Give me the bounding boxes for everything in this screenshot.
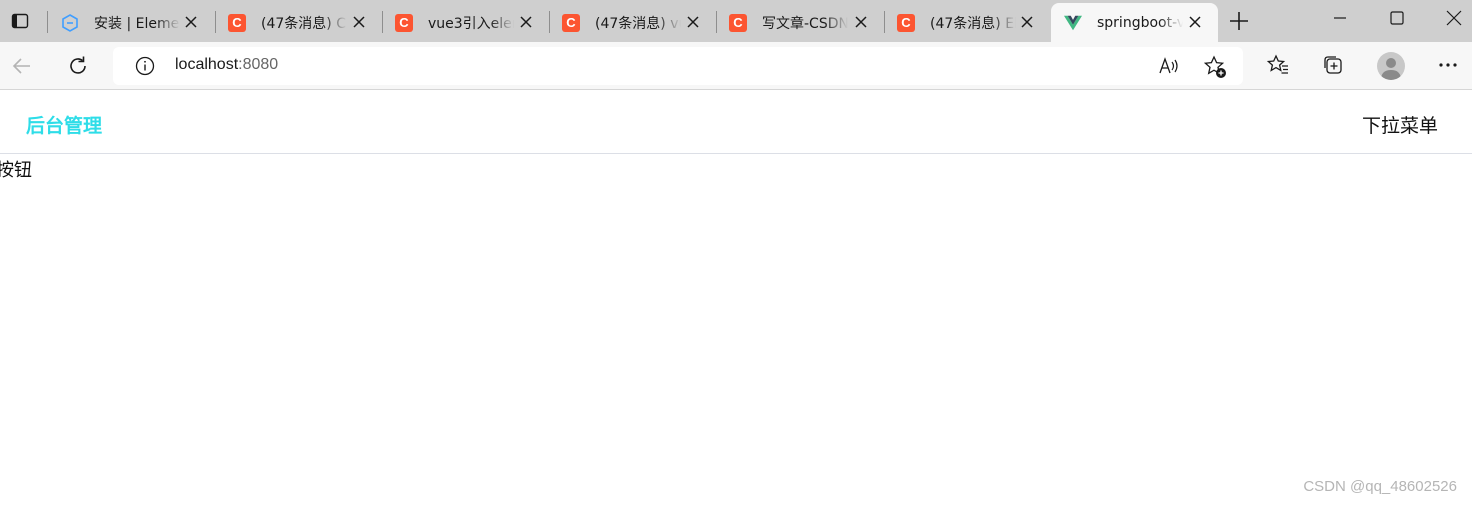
profile-avatar[interactable] bbox=[1377, 52, 1405, 80]
brand-title[interactable]: 后台管理 bbox=[26, 111, 102, 138]
element-icon bbox=[61, 13, 79, 32]
maximize-icon[interactable] bbox=[1387, 8, 1407, 28]
back-icon[interactable] bbox=[10, 54, 34, 78]
address-bar[interactable]: localhost:8080 bbox=[113, 47, 1243, 85]
tab-title: 安装 | Element bbox=[94, 15, 180, 32]
window-close-icon[interactable] bbox=[1444, 8, 1464, 28]
tab-title: (47条消息) vue bbox=[595, 15, 681, 32]
tab-title: (47条消息) El bbox=[930, 15, 1016, 32]
url-text[interactable]: localhost:8080 bbox=[175, 56, 278, 74]
page-button[interactable]: 按钮 bbox=[0, 156, 32, 182]
new-tab-icon[interactable] bbox=[1228, 10, 1250, 32]
tab-actions-icon bbox=[11, 13, 29, 29]
tab-csdn-1[interactable]: C (47条消息) CSDN bbox=[215, 3, 382, 42]
watermark: CSDN @qq_48602526 bbox=[1303, 478, 1457, 495]
csdn-icon: C bbox=[228, 13, 246, 32]
tab-actions-button[interactable] bbox=[0, 0, 40, 42]
add-favorite-icon[interactable] bbox=[1203, 55, 1227, 79]
csdn-icon: C bbox=[897, 13, 915, 32]
refresh-icon[interactable] bbox=[66, 54, 90, 78]
tab-title: vue3引入element bbox=[428, 15, 514, 32]
vue-icon bbox=[1064, 14, 1082, 32]
csdn-icon: C bbox=[562, 13, 580, 32]
site-info-icon[interactable] bbox=[135, 56, 155, 76]
csdn-icon: C bbox=[395, 13, 413, 32]
tab-title: (47条消息) CSDN bbox=[261, 15, 347, 32]
close-icon[interactable] bbox=[352, 15, 366, 29]
minimize-icon[interactable] bbox=[1330, 8, 1350, 28]
close-icon[interactable] bbox=[1188, 15, 1202, 29]
tab-csdn-2[interactable]: C vue3引入element bbox=[382, 3, 549, 42]
profile-icon bbox=[1381, 58, 1401, 80]
more-options-icon[interactable] bbox=[1436, 53, 1460, 77]
tab-csdn-4[interactable]: C 写文章-CSDN bbox=[716, 3, 884, 42]
page-header: 后台管理 下拉菜单 bbox=[0, 91, 1472, 154]
csdn-icon: C bbox=[729, 13, 747, 32]
url-port: :8080 bbox=[238, 56, 279, 73]
close-icon[interactable] bbox=[854, 15, 868, 29]
close-icon[interactable] bbox=[1020, 15, 1034, 29]
favorites-icon[interactable] bbox=[1266, 53, 1290, 77]
tab-springboot-vue[interactable]: springboot-vue bbox=[1051, 3, 1218, 42]
tab-element[interactable]: 安装 | Element bbox=[48, 3, 214, 42]
tab-strip: 安装 | Element C (47条消息) CSDN C vue3引入elem… bbox=[0, 0, 1472, 42]
close-icon[interactable] bbox=[519, 15, 533, 29]
close-icon[interactable] bbox=[686, 15, 700, 29]
tab-csdn-5[interactable]: C (47条消息) El bbox=[884, 3, 1050, 42]
url-host: localhost bbox=[175, 56, 239, 73]
read-aloud-icon[interactable] bbox=[1158, 56, 1180, 76]
dropdown-menu[interactable]: 下拉菜单 bbox=[1362, 111, 1438, 138]
close-icon[interactable] bbox=[184, 15, 198, 29]
toolbar: localhost:8080 bbox=[0, 42, 1472, 90]
tab-title: springboot-vue bbox=[1097, 14, 1183, 31]
collections-icon[interactable] bbox=[1321, 53, 1345, 77]
tab-csdn-3[interactable]: C (47条消息) vue bbox=[549, 3, 716, 42]
tab-title: 写文章-CSDN bbox=[762, 15, 848, 32]
